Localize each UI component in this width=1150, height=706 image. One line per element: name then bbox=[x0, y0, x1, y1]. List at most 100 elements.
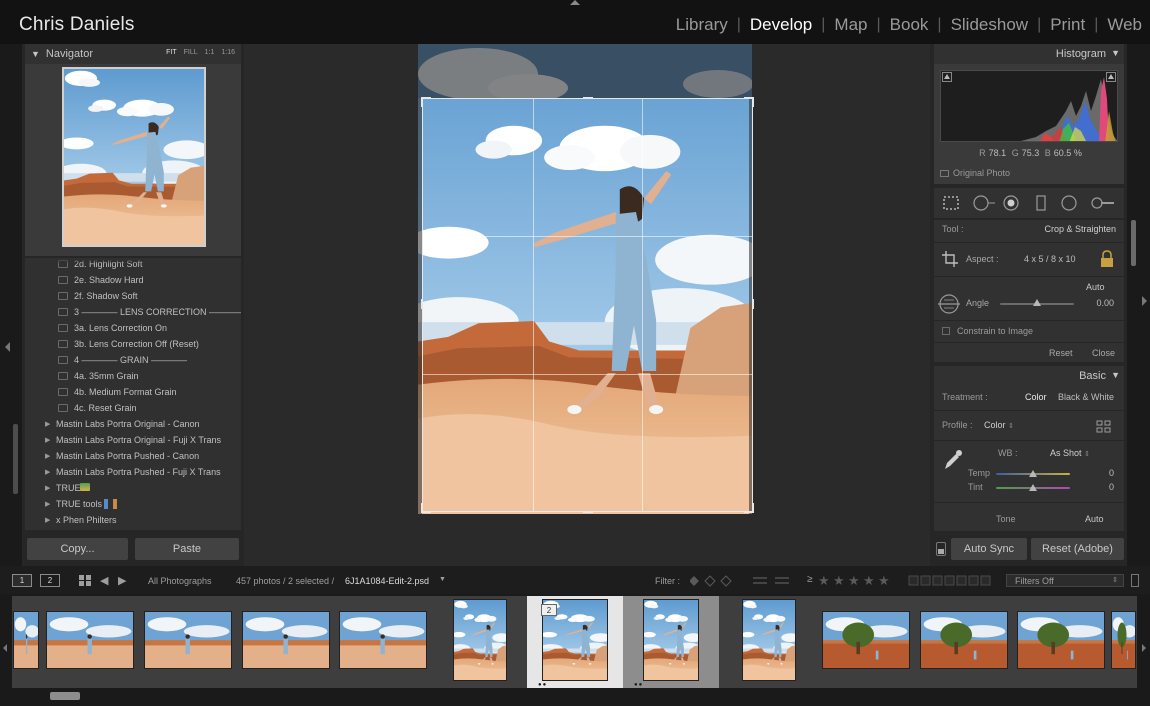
copy-settings-button[interactable]: Copy... bbox=[27, 538, 128, 560]
filmstrip-cell[interactable] bbox=[335, 596, 431, 688]
module-map[interactable]: Map bbox=[834, 15, 867, 35]
filmstrip-thumbnail[interactable] bbox=[1017, 611, 1105, 669]
crop-frame[interactable] bbox=[421, 97, 754, 513]
filmstrip-track[interactable]: 2 ●● ●● bbox=[12, 596, 1137, 688]
collapse-triangle-icon[interactable]: ▼ bbox=[31, 49, 40, 59]
stack-count-badge[interactable]: 2 bbox=[541, 604, 557, 616]
navigator-thumbnail[interactable] bbox=[62, 67, 206, 247]
crop-close-button[interactable]: Close bbox=[1092, 348, 1115, 358]
red-eye-tool-icon[interactable] bbox=[1002, 194, 1020, 212]
navigator-header[interactable]: ▼ Navigator FIT FILL 1:1 1:16 bbox=[25, 44, 241, 64]
collapse-triangle-icon[interactable]: ▼ bbox=[1111, 48, 1120, 58]
main-window-button[interactable]: 1 bbox=[12, 574, 32, 587]
original-photo-toggle[interactable]: Original Photo bbox=[940, 168, 1010, 178]
secondary-window-button[interactable]: 2 bbox=[40, 574, 60, 587]
collapse-triangle-icon[interactable]: ▼ bbox=[1111, 370, 1120, 380]
preset-folder[interactable]: ▶ Mastin Labs Portra Original - Canon bbox=[25, 416, 241, 432]
filmstrip-thumbnail[interactable] bbox=[742, 599, 796, 681]
tone-auto-button[interactable]: Auto bbox=[1085, 514, 1104, 524]
preset-folder[interactable]: ▶ TRUE tools bbox=[25, 496, 241, 512]
radial-filter-tool-icon[interactable] bbox=[1060, 194, 1078, 212]
preset-folder[interactable]: ▶ TRUE bbox=[25, 480, 241, 496]
crop-handle[interactable] bbox=[421, 299, 423, 309]
treatment-bw-option[interactable]: Black & White bbox=[1058, 392, 1114, 402]
expand-triangle-icon[interactable]: ▶ bbox=[45, 452, 50, 460]
bottom-panel-left-icon[interactable] bbox=[3, 644, 7, 652]
preset-folder[interactable]: ▶ Mastin Labs Portra Pushed - Canon bbox=[25, 448, 241, 464]
preset-folder[interactable]: ▶ Mastin Labs Portra Pushed - Fuji X Tran… bbox=[25, 464, 241, 480]
filmstrip-thumbnail[interactable] bbox=[46, 611, 134, 669]
crop-handle[interactable] bbox=[752, 503, 754, 513]
angle-slider-thumb[interactable] bbox=[1033, 299, 1041, 306]
expand-triangle-icon[interactable]: ▶ bbox=[45, 436, 50, 444]
temp-value[interactable]: 0 bbox=[1109, 468, 1114, 478]
rating-comparator-icon[interactable]: ≥ bbox=[807, 574, 813, 585]
reset-adobe-button[interactable]: Reset (Adobe) bbox=[1031, 538, 1124, 560]
filmstrip-thumbnail[interactable] bbox=[13, 611, 39, 669]
panel-toggle-top-icon[interactable] bbox=[570, 0, 580, 5]
module-develop[interactable]: Develop bbox=[750, 15, 812, 35]
profile-dropdown[interactable]: Color ⇕ bbox=[984, 420, 1014, 430]
preset-item[interactable]: 4a. 35mm Grain bbox=[25, 368, 241, 384]
edit-filter-icons[interactable] bbox=[752, 574, 792, 587]
constrain-checkbox[interactable] bbox=[942, 327, 950, 335]
preset-item[interactable]: 3 ———— LENS CORRECTION ———— bbox=[25, 304, 241, 320]
angle-value[interactable]: 0.00 bbox=[1096, 298, 1114, 308]
paste-settings-button[interactable]: Paste bbox=[135, 538, 239, 560]
right-panel-scrollbar[interactable] bbox=[1131, 220, 1136, 266]
highlight-clipping-icon[interactable] bbox=[1106, 72, 1116, 82]
crop-overlay-tool-icon[interactable] bbox=[942, 194, 960, 212]
preset-folder[interactable]: ▶ Mastin Labs Portra Original - Fuji X Tr… bbox=[25, 432, 241, 448]
filmstrip-cell[interactable] bbox=[1110, 596, 1137, 688]
filmstrip-thumbnail[interactable] bbox=[1111, 611, 1136, 669]
module-print[interactable]: Print bbox=[1050, 15, 1085, 35]
adjustment-brush-tool-icon[interactable] bbox=[1088, 194, 1116, 212]
star-icon[interactable]: ★ bbox=[848, 573, 860, 589]
filmstrip-cell[interactable] bbox=[42, 596, 138, 688]
star-icon[interactable]: ★ bbox=[833, 573, 845, 589]
star-icon[interactable]: ★ bbox=[818, 573, 830, 589]
left-panel-toggle-icon[interactable] bbox=[5, 342, 10, 352]
filmstrip-thumbnail[interactable] bbox=[453, 599, 507, 681]
module-slideshow[interactable]: Slideshow bbox=[951, 15, 1029, 35]
filmstrip-thumbnail[interactable] bbox=[339, 611, 427, 669]
crop-handle[interactable] bbox=[421, 503, 423, 513]
image-canvas[interactable] bbox=[244, 44, 930, 566]
filmstrip-cell[interactable] bbox=[916, 596, 1012, 688]
histogram-graph[interactable] bbox=[940, 70, 1118, 142]
preset-item[interactable]: 2e. Shadow Hard bbox=[25, 272, 241, 288]
expand-triangle-icon[interactable]: ▶ bbox=[45, 516, 50, 524]
temp-slider-thumb[interactable] bbox=[1029, 470, 1037, 477]
spot-removal-tool-icon[interactable] bbox=[972, 194, 996, 212]
color-label-filter-icons[interactable] bbox=[908, 575, 998, 586]
preset-item[interactable]: 4 ———— GRAIN ———— bbox=[25, 352, 241, 368]
module-web[interactable]: Web bbox=[1107, 15, 1142, 35]
wb-dropdown[interactable]: As Shot ⇕ bbox=[1050, 448, 1090, 458]
zoom-fit[interactable]: FIT bbox=[166, 49, 177, 56]
grid-view-icon[interactable] bbox=[78, 574, 92, 587]
tint-value[interactable]: 0 bbox=[1109, 482, 1114, 492]
filmstrip-scrollbar[interactable] bbox=[50, 692, 80, 700]
histogram-header[interactable]: Histogram ▼ bbox=[934, 44, 1124, 64]
zoom-1-16[interactable]: 1:16 bbox=[221, 49, 235, 56]
graduated-filter-tool-icon[interactable] bbox=[1032, 194, 1050, 212]
crop-handle[interactable] bbox=[752, 97, 754, 107]
preset-item[interactable]: 4c. Reset Grain bbox=[25, 400, 241, 416]
next-photo-icon[interactable]: ▶ bbox=[118, 574, 126, 587]
flag-filter-icons[interactable] bbox=[690, 574, 738, 587]
expand-triangle-icon[interactable]: ▶ bbox=[45, 420, 50, 428]
filmstrip-cell[interactable] bbox=[432, 596, 528, 688]
filmstrip-thumbnail[interactable] bbox=[920, 611, 1008, 669]
filmstrip-cell[interactable]: ●● bbox=[623, 596, 719, 688]
preset-item[interactable]: 2f. Shadow Soft bbox=[25, 288, 241, 304]
filmstrip-thumbnail[interactable] bbox=[643, 599, 699, 681]
filmstrip-thumbnail[interactable] bbox=[144, 611, 232, 669]
original-photo-checkbox[interactable] bbox=[940, 169, 949, 177]
aspect-value[interactable]: 4 x 5 / 8 x 10 bbox=[1024, 254, 1076, 264]
current-filename[interactable]: 6J1A1084-Edit-2.psd bbox=[345, 576, 429, 586]
expand-triangle-icon[interactable]: ▶ bbox=[45, 468, 50, 476]
treatment-color-option[interactable]: Color bbox=[1025, 392, 1047, 402]
previous-photo-icon[interactable]: ◀ bbox=[100, 574, 108, 587]
expand-triangle-icon[interactable]: ▶ bbox=[45, 500, 50, 508]
filename-dropdown-icon[interactable]: ▼ bbox=[439, 576, 446, 583]
